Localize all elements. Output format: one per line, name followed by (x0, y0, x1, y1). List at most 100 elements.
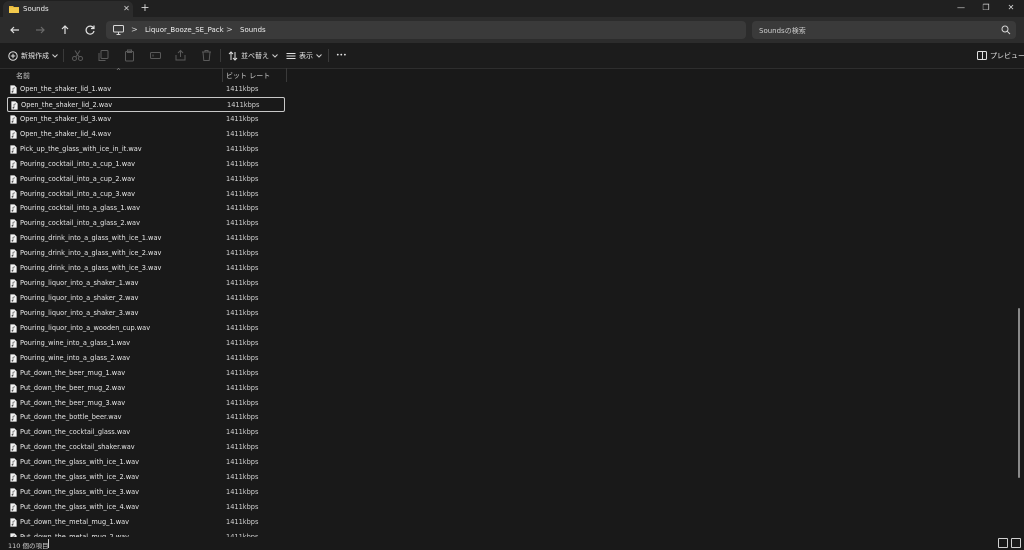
scrollbar-thumb[interactable] (1018, 308, 1020, 478)
cut-icon[interactable] (71, 49, 84, 62)
file-row[interactable]: Put_down_the_beer_mug_1.wav 1411kbps (7, 366, 285, 381)
address-bar[interactable]: > Liquor_Booze_SE_Pack > Sounds (106, 21, 746, 39)
file-row[interactable]: Pouring_wine_into_a_glass_2.wav 1411kbps (7, 351, 285, 366)
file-list: Open_the_shaker_lid_1.wav 1411kbps Open_… (0, 82, 1016, 537)
preview-pane-button[interactable]: プレビュー (977, 49, 1024, 62)
file-row[interactable]: Pouring_liquor_into_a_wooden_cup.wav 141… (7, 321, 285, 336)
column-header-bitrate[interactable]: ビット レート (226, 71, 270, 81)
file-row[interactable]: Pouring_cocktail_into_a_cup_3.wav 1411kb… (7, 187, 285, 202)
audio-file-icon (10, 473, 17, 482)
back-arrow-icon[interactable] (7, 22, 23, 38)
file-row[interactable]: Pouring_liquor_into_a_shaker_2.wav 1411k… (7, 291, 285, 306)
file-row[interactable]: Pouring_drink_into_a_glass_with_ice_2.wa… (7, 246, 285, 261)
column-divider[interactable] (286, 68, 287, 82)
file-name: Put_down_the_beer_mug_2.wav (20, 383, 126, 392)
close-tab-icon[interactable]: ✕ (122, 4, 131, 13)
breadcrumb-liquor-booze-se-pack[interactable]: Liquor_Booze_SE_Pack (145, 26, 224, 34)
minimize-button[interactable]: — (950, 1, 972, 15)
file-bitrate: 1411kbps (226, 458, 259, 467)
audio-file-icon (10, 189, 17, 199)
refresh-icon[interactable] (82, 22, 98, 38)
file-name: Pouring_drink_into_a_glass_with_ice_2.wa… (20, 249, 162, 258)
sort-indicator-icon: ^ (116, 68, 122, 75)
audio-file-icon (10, 279, 17, 288)
file-row[interactable]: Put_down_the_bottle_beer.wav 1411kbps (7, 410, 285, 425)
file-row[interactable]: Open_the_shaker_lid_2.wav 1411kbps (7, 96, 285, 112)
search-input[interactable]: Soundsの検索 (752, 21, 1016, 39)
audio-file-icon (10, 339, 17, 348)
file-row[interactable]: Open_the_shaker_lid_4.wav 1411kbps (7, 127, 285, 142)
file-name: Put_down_the_cocktail_shaker.wav (20, 443, 135, 452)
file-row[interactable]: Pick_up_the_glass_with_ice_in_it.wav 141… (7, 142, 285, 157)
file-name: Pouring_cocktail_into_a_cup_3.wav (20, 189, 136, 198)
file-row[interactable]: Put_down_the_metal_mug_1.wav 1411kbps (7, 515, 285, 530)
maximize-button[interactable]: ❐ (975, 1, 997, 15)
audio-file-icon (10, 294, 17, 303)
file-row[interactable]: Pouring_cocktail_into_a_cup_1.wav 1411kb… (7, 157, 285, 172)
file-row[interactable]: Pouring_cocktail_into_a_cup_2.wav 1411kb… (7, 172, 285, 187)
view-button[interactable]: 表示 (286, 49, 322, 62)
new-button[interactable]: 新規作成 (8, 49, 58, 62)
preview-pane-icon (977, 51, 987, 60)
file-row[interactable]: Pouring_wine_into_a_glass_1.wav 1411kbps (7, 336, 285, 351)
file-row[interactable]: Open_the_shaker_lid_3.wav 1411kbps (7, 112, 285, 127)
file-row[interactable]: Put_down_the_metal_mug_2.wav 1411kbps (7, 530, 285, 537)
sort-button[interactable]: 並べ替え (228, 49, 278, 62)
file-name: Put_down_the_glass_with_ice_3.wav (20, 488, 140, 497)
new-tab-button[interactable]: + (139, 2, 151, 14)
file-bitrate: 1411kbps (226, 174, 259, 183)
file-row[interactable]: Pouring_cocktail_into_a_glass_2.wav 1411… (7, 216, 285, 231)
up-arrow-icon[interactable] (57, 22, 73, 38)
audio-file-icon (10, 130, 17, 139)
file-row[interactable]: Put_down_the_glass_with_ice_1.wav 1411kb… (7, 455, 285, 470)
file-row[interactable]: Put_down_the_cocktail_glass.wav 1411kbps (7, 425, 285, 440)
audio-file-icon (10, 383, 17, 393)
tab-sounds[interactable]: Sounds ✕ (3, 1, 133, 17)
share-icon[interactable] (174, 49, 187, 62)
file-row[interactable]: Pouring_liquor_into_a_shaker_1.wav 1411k… (7, 276, 285, 291)
file-name: Put_down_the_glass_with_ice_4.wav (20, 503, 140, 512)
file-row[interactable]: Put_down_the_glass_with_ice_2.wav 1411kb… (7, 470, 285, 485)
copy-icon[interactable] (97, 49, 110, 62)
tiles-view-icon[interactable] (1011, 538, 1021, 548)
toolbar-divider (63, 49, 64, 62)
breadcrumb-sounds[interactable]: Sounds (240, 26, 266, 34)
column-header-name[interactable]: 名前 (16, 71, 30, 81)
file-bitrate: 1411kbps (226, 368, 259, 377)
forward-arrow-icon[interactable] (32, 22, 48, 38)
file-row[interactable]: Put_down_the_beer_mug_3.wav 1411kbps (7, 396, 285, 411)
toolbar-divider (328, 49, 329, 62)
file-bitrate: 1411kbps (226, 204, 259, 213)
file-row[interactable]: Pouring_drink_into_a_glass_with_ice_1.wa… (7, 231, 285, 246)
file-bitrate: 1411kbps (226, 338, 259, 347)
paste-icon[interactable] (123, 49, 136, 62)
details-view-icon[interactable] (998, 538, 1008, 548)
column-divider[interactable] (222, 68, 223, 82)
file-row[interactable]: Open_the_shaker_lid_1.wav 1411kbps (7, 82, 285, 97)
audio-file-icon (10, 324, 17, 333)
more-options-icon: ••• (336, 52, 347, 59)
file-bitrate: 1411kbps (226, 323, 259, 332)
vertical-scrollbar[interactable] (1016, 68, 1024, 537)
file-bitrate: 1411kbps (226, 398, 259, 407)
file-row[interactable]: Pouring_liquor_into_a_shaker_3.wav 1411k… (7, 306, 285, 321)
close-window-button[interactable]: ✕ (1000, 1, 1022, 15)
file-name: Pouring_liquor_into_a_wooden_cup.wav (20, 323, 151, 332)
file-row[interactable]: Put_down_the_glass_with_ice_4.wav 1411kb… (7, 500, 285, 515)
file-row[interactable]: Put_down_the_beer_mug_2.wav 1411kbps (7, 381, 285, 396)
audio-file-icon (10, 443, 17, 453)
file-row[interactable]: Put_down_the_cocktail_shaker.wav 1411kbp… (7, 440, 285, 455)
file-name: Put_down_the_metal_mug_1.wav (20, 517, 130, 526)
file-row[interactable]: Pouring_drink_into_a_glass_with_ice_3.wa… (7, 261, 285, 276)
more-options-button[interactable]: ••• (336, 49, 347, 62)
rename-icon[interactable] (149, 49, 162, 62)
file-bitrate: 1411kbps (226, 443, 259, 452)
view-lines-icon (286, 51, 296, 61)
status-bar: 110 個の項目 (0, 537, 1024, 550)
file-name: Pouring_drink_into_a_glass_with_ice_3.wa… (20, 264, 162, 273)
file-row[interactable]: Put_down_the_glass_with_ice_3.wav 1411kb… (7, 485, 285, 500)
file-row[interactable]: Pouring_cocktail_into_a_glass_1.wav 1411… (7, 201, 285, 216)
trash-icon[interactable] (200, 49, 213, 62)
file-bitrate: 1411kbps (226, 159, 259, 168)
audio-file-icon (10, 174, 17, 184)
